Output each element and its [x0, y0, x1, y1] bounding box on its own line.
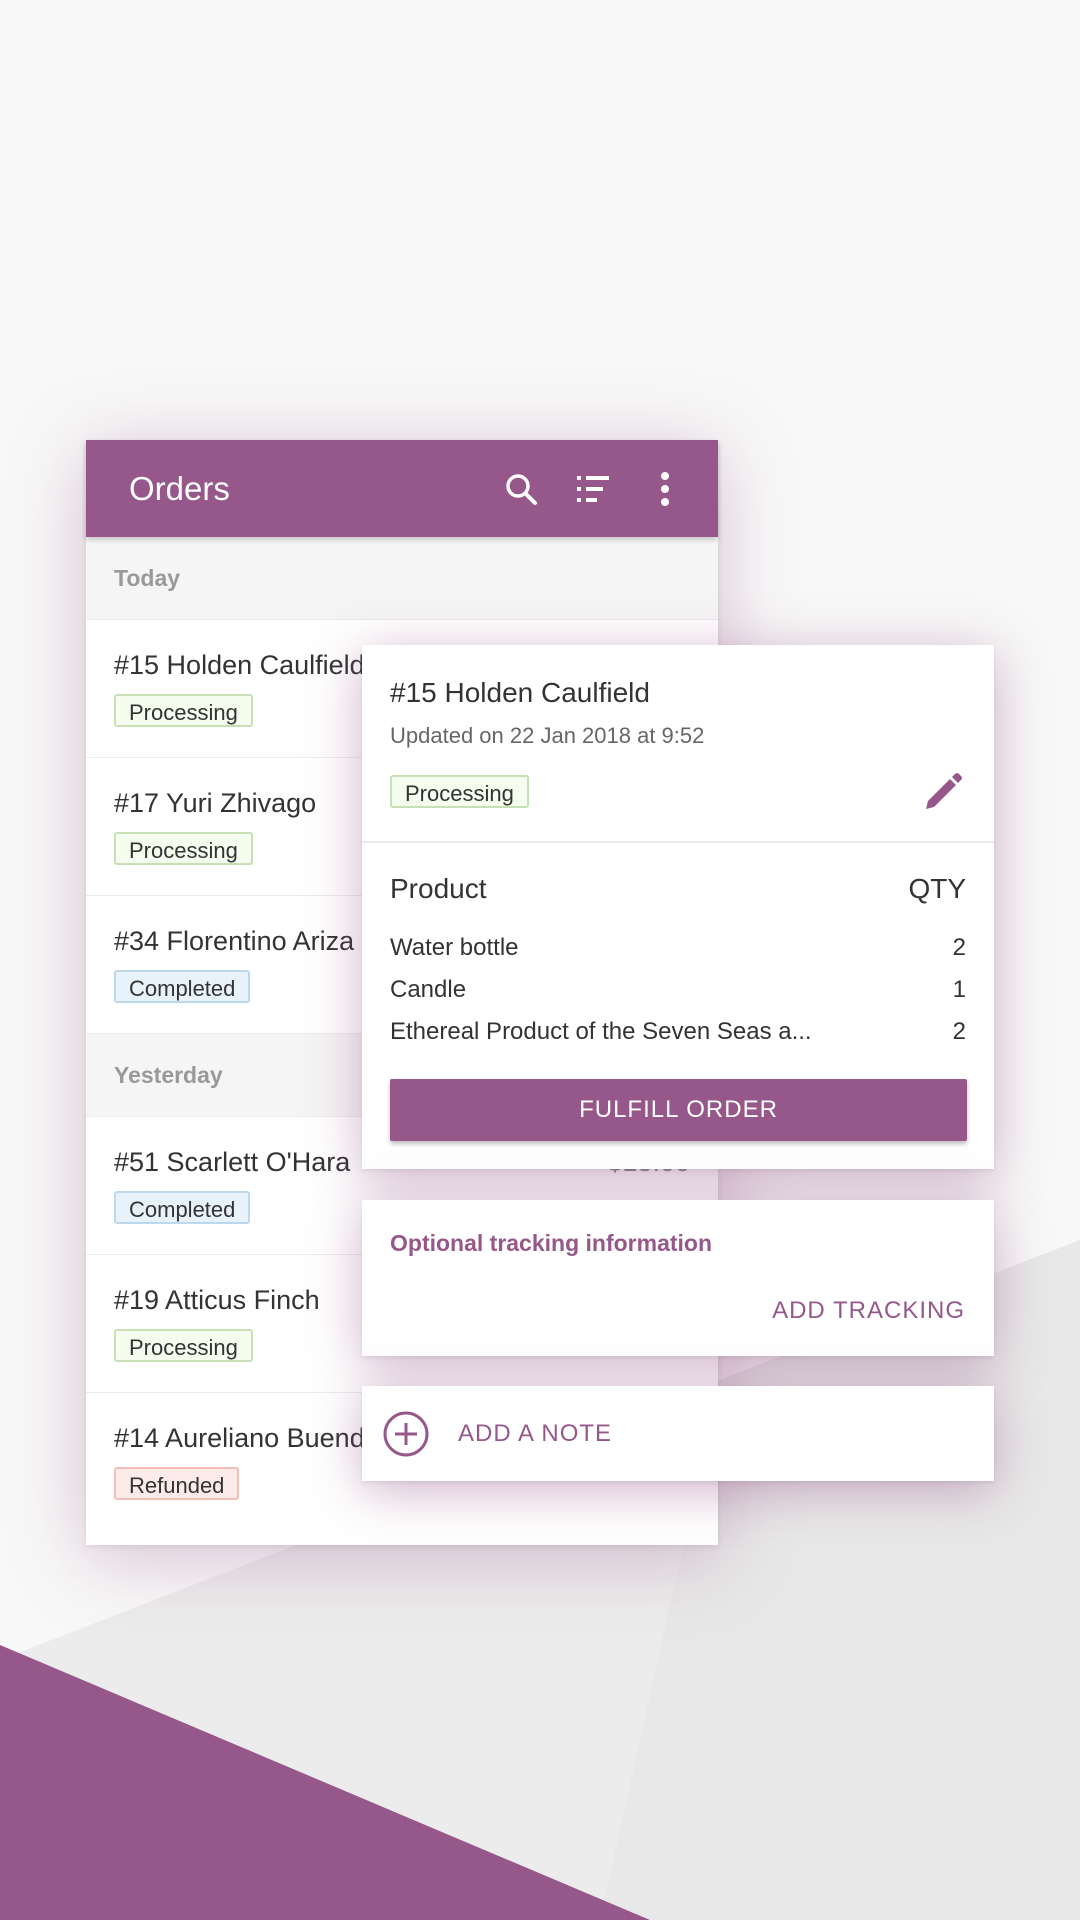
product-name: Water bottle: [390, 934, 519, 961]
status-badge: Completed: [114, 970, 251, 1003]
qty-column-header: QTY: [908, 873, 966, 904]
order-name: #34 Florentino Ariza: [114, 926, 355, 956]
order-name: #14 Aureliano Buendía: [114, 1423, 388, 1453]
tracking-card: Optional tracking information ADD TRACKI…: [362, 1200, 994, 1356]
section-header-today: Today: [86, 537, 718, 620]
order-name: #15 Holden Caulfield: [114, 650, 365, 680]
product-row: Ethereal Product of the Seven Seas a... …: [390, 1018, 966, 1046]
tracking-label: Optional tracking information: [390, 1230, 713, 1256]
detail-updated-date: Updated on 22 Jan 2018 at 9:52: [390, 723, 705, 748]
product-row: Candle 1: [390, 976, 966, 1004]
order-name: #19 Atticus Finch: [114, 1285, 320, 1315]
detail-title: #15 Holden Caulfield: [390, 677, 650, 708]
add-tracking-button[interactable]: ADD TRACKING: [772, 1297, 965, 1325]
filter-list-icon[interactable]: [563, 459, 623, 519]
app-bar: Orders: [86, 440, 718, 537]
product-name: Ethereal Product of the Seven Seas a...: [390, 1018, 812, 1045]
order-name: #51 Scarlett O'Hara: [114, 1147, 351, 1177]
status-badge: Processing: [114, 1329, 253, 1362]
order-detail-card: #15 Holden Caulfield Updated on 22 Jan 2…: [362, 645, 994, 1169]
status-badge: Processing: [114, 694, 253, 727]
status-badge: Completed: [114, 1191, 251, 1224]
add-circle-icon: [382, 1410, 430, 1458]
more-vert-icon[interactable]: [635, 459, 695, 519]
product-qty: 1: [952, 976, 966, 1003]
add-note-button[interactable]: ADD A NOTE: [458, 1420, 612, 1448]
status-badge: Refunded: [114, 1467, 240, 1500]
order-name: #17 Yuri Zhivago: [114, 788, 317, 818]
product-name: Candle: [390, 976, 467, 1003]
fulfill-order-button[interactable]: FULFILL ORDER: [390, 1079, 967, 1141]
page-title: Orders: [129, 469, 230, 507]
add-note-card[interactable]: ADD A NOTE: [362, 1386, 994, 1481]
divider: [362, 841, 994, 843]
pencil-icon[interactable]: [922, 769, 966, 813]
product-row: Water bottle 2: [390, 934, 966, 962]
search-icon[interactable]: [491, 459, 551, 519]
products-header: Product QTY: [390, 873, 966, 905]
status-badge: Processing: [114, 832, 253, 865]
product-column-header: Product: [390, 873, 487, 904]
status-badge: Processing: [390, 775, 529, 808]
product-qty: 2: [952, 1018, 966, 1045]
product-qty: 2: [952, 934, 966, 961]
